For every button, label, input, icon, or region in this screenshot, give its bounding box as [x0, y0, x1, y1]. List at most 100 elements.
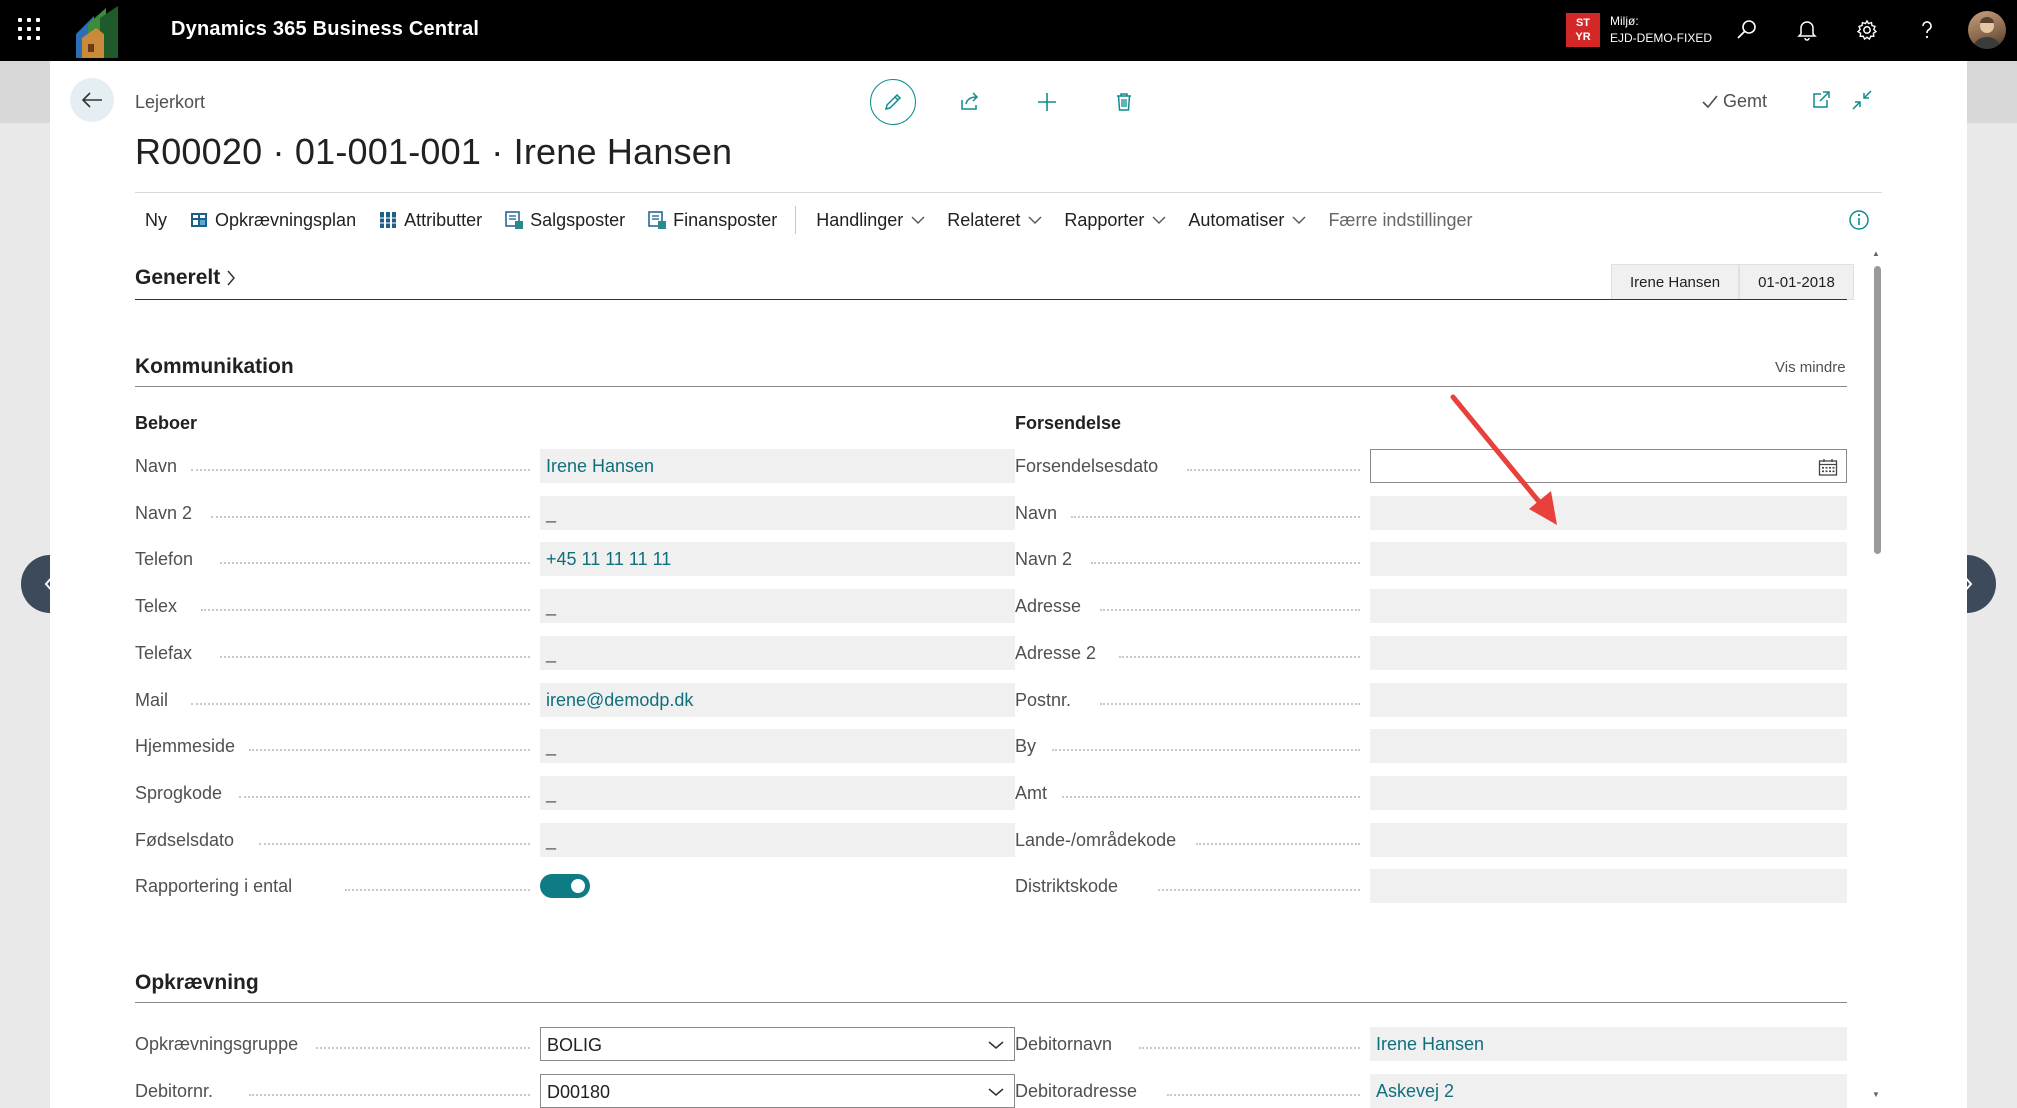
trash-icon: [1117, 93, 1131, 111]
action-billing-plan[interactable]: Opkrævningsplan: [189, 210, 356, 231]
section-communication-divider: [135, 386, 1847, 387]
gear-icon[interactable]: [1853, 16, 1881, 44]
action-gl-entries-label: Finansposter: [673, 209, 778, 230]
field-row-postnr: Postnr.: [50, 682, 1967, 717]
summary-date: 01-01-2018: [1739, 264, 1854, 300]
field-input-navn[interactable]: [1370, 495, 1847, 530]
field-value-text: Askevej 2: [1376, 1080, 1455, 1101]
action-new-label: Ny: [145, 209, 167, 230]
field-label-forsendelsesdato: Forsendelsesdato: [1015, 456, 1159, 476]
share-button[interactable]: [947, 79, 993, 125]
show-less-link[interactable]: Vis mindre: [1775, 359, 1846, 376]
field-label-lande-omradekode: Lande-/områdekode: [1015, 829, 1177, 850]
field-input-by[interactable]: [1370, 729, 1847, 764]
field-label-distriktskode: Distriktskode: [1015, 876, 1119, 897]
chevron-down-icon: [911, 216, 925, 224]
section-communication-title[interactable]: Kommunikation: [135, 355, 294, 379]
field-row-adresse: Adresse: [50, 589, 1967, 624]
app-title[interactable]: Dynamics 365 Business Central: [171, 18, 479, 41]
field-input-amt[interactable]: [1370, 775, 1847, 810]
environment-name: EJD-DEMO-FIXED: [1610, 31, 1712, 45]
action-sales-entries[interactable]: Salgsposter: [504, 210, 625, 231]
open-new-window-button[interactable]: [1808, 87, 1834, 113]
action-gl-entries[interactable]: Finansposter: [647, 210, 777, 231]
section-billing-title[interactable]: Opkrævning: [135, 971, 259, 995]
company-logo: [76, 6, 118, 58]
field-input-debitornavn[interactable]: Irene Hansen: [1370, 1027, 1847, 1061]
field-row-distriktskode: Distriktskode: [50, 869, 1967, 904]
menu-automate[interactable]: Automatiser: [1188, 210, 1306, 231]
new-button[interactable]: [1024, 79, 1070, 125]
environment-info[interactable]: Miljø: EJD-DEMO-FIXED: [1610, 13, 1712, 47]
scroll-up-arrow[interactable]: ▲: [1872, 249, 1880, 258]
action-attributes[interactable]: Attributter: [378, 210, 482, 231]
section-billing-divider: [135, 1002, 1847, 1003]
section-general-header[interactable]: Generelt: [135, 266, 236, 290]
back-button[interactable]: [70, 78, 114, 122]
help-icon[interactable]: [1913, 16, 1941, 44]
field-label-debitoradresse: Debitoradresse: [1015, 1080, 1138, 1101]
field-input-debitoradresse[interactable]: Askevej 2: [1370, 1073, 1847, 1108]
bell-icon[interactable]: [1793, 16, 1821, 44]
chevron-down-icon: [1028, 216, 1042, 224]
calendar-icon[interactable]: [1818, 458, 1838, 476]
saved-status: Gemt: [1701, 91, 1767, 112]
field-row-by: By: [50, 729, 1967, 764]
menu-related-label: Relateret: [947, 209, 1021, 230]
field-input-adresse-2[interactable]: [1370, 635, 1847, 670]
group-shipping-label: Forsendelse: [1015, 413, 1122, 433]
field-row-lande-omradekode: Lande-/områdekode: [50, 822, 1967, 857]
field-leader-dots: [1196, 842, 1360, 845]
action-attributes-label: Attributter: [404, 209, 483, 230]
field-row-navn-2: Navn 2: [50, 542, 1967, 577]
app-launcher-icon[interactable]: [18, 18, 40, 40]
field-row-forsendelsesdato: Forsendelsesdato: [50, 449, 1967, 483]
fewer-options-label: Færre indstillinger: [1328, 209, 1473, 230]
field-input-adresse[interactable]: [1370, 589, 1847, 624]
field-input-navn-2[interactable]: [1370, 542, 1847, 577]
chevron-down-icon: [1292, 216, 1306, 224]
field-label-navn: Navn: [1015, 502, 1058, 523]
field-label-adresse: Adresse: [1015, 596, 1082, 617]
checkmark-icon: [1702, 94, 1718, 108]
fewer-options-button[interactable]: Færre indstillinger: [1328, 210, 1472, 231]
action-bar-separator: [795, 206, 797, 234]
field-row-adresse-2: Adresse 2: [50, 635, 1967, 670]
field-input-postnr[interactable]: [1370, 682, 1847, 717]
action-new[interactable]: Ny: [145, 210, 167, 231]
field-label-amt: Amt: [1015, 782, 1048, 803]
user-avatar[interactable]: [1968, 11, 2006, 49]
table-icon: [191, 213, 207, 227]
section-general-divider: [135, 299, 1847, 300]
delete-button[interactable]: [1101, 79, 1147, 125]
field-row-debitoradresse: Debitoradresse Askevej 2: [50, 1073, 1967, 1108]
field-input-distriktskode[interactable]: [1370, 869, 1847, 904]
group-resident-label: Beboer: [135, 413, 198, 433]
menu-actions-label: Handlinger: [816, 209, 904, 230]
field-leader-dots: [1100, 609, 1360, 612]
field-input-lande-omradekode[interactable]: [1370, 822, 1847, 857]
field-leader-dots: [1167, 1093, 1360, 1096]
columns-icon: [380, 212, 397, 228]
summary-name: Irene Hansen: [1611, 264, 1740, 300]
collapse-icon: [1852, 90, 1872, 110]
field-leader-dots: [1100, 702, 1360, 705]
field-value-text: Irene Hansen: [1376, 1034, 1485, 1054]
collapse-button[interactable]: [1849, 87, 1875, 113]
menu-related[interactable]: Relateret: [947, 210, 1042, 231]
action-bar: Ny Opkrævningsplan Attributter Salgspost…: [135, 201, 1882, 239]
edit-button[interactable]: [870, 79, 916, 125]
menu-actions[interactable]: Handlinger: [816, 210, 925, 231]
share-icon: [961, 92, 979, 110]
environment-badge: ST YR: [1566, 13, 1600, 47]
search-icon[interactable]: [1733, 16, 1761, 44]
field-leader-dots: [1090, 562, 1360, 565]
top-bar: Dynamics 365 Business Central ST YR Miljø…: [0, 0, 2017, 61]
environment-label: Miljø:: [1610, 14, 1639, 28]
info-icon[interactable]: [1847, 208, 1871, 232]
breadcrumb: Lejerkort: [135, 92, 206, 112]
ledger-icon: [505, 211, 524, 229]
field-input-forsendelsesdato[interactable]: [1370, 449, 1847, 483]
menu-reports[interactable]: Rapporter: [1064, 210, 1166, 231]
field-leader-dots: [1157, 889, 1360, 892]
